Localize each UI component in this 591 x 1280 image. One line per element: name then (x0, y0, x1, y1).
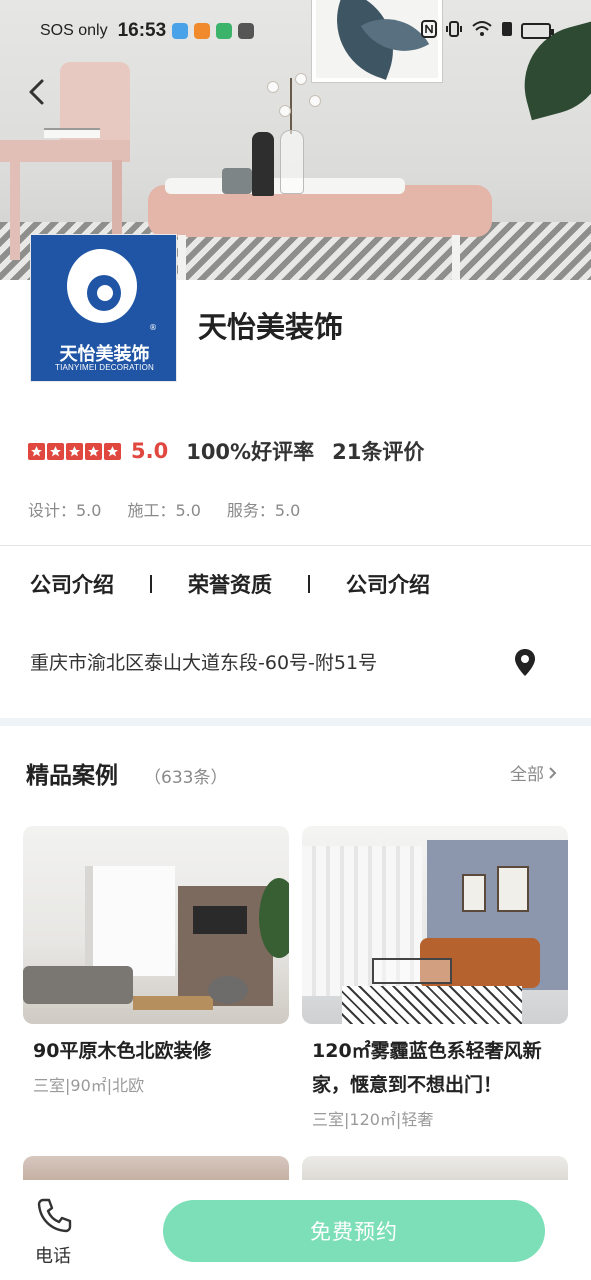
star-icon (47, 442, 64, 460)
chair-decor (0, 140, 130, 162)
case-meta: 三室|90㎡|北欧 (33, 1076, 145, 1095)
case-meta: 三室|120㎡|轻奢 (312, 1110, 434, 1129)
tab-separator (150, 575, 152, 593)
see-all-label: 全部 (510, 765, 544, 785)
star-icon (66, 442, 83, 460)
app-notification-icon (216, 23, 233, 39)
bench-decor (452, 235, 460, 280)
case-title: 120㎡雾霾蓝色系轻奢风新家，惬意到不想出门！ (312, 1040, 542, 1096)
company-logo: ® 天怡美装饰 TIANYIMEI DECORATION (30, 234, 177, 382)
table-decor (133, 996, 213, 1010)
table-decor (372, 958, 452, 984)
construction-score: 施工：5.0 (127, 501, 201, 520)
service-score: 服务：5.0 (226, 501, 301, 520)
battery-icon (521, 23, 554, 39)
wifi-icon (471, 20, 493, 42)
case-title: 90平原木色北欧装修 (33, 1040, 212, 1062)
case-card[interactable]: 90平原木色北欧装修 三室|90㎡|北欧 (23, 826, 289, 1096)
status-left: SOS only 16:53 (40, 20, 255, 42)
rating-score: 5.0 (131, 439, 169, 463)
jar-decor (222, 168, 252, 194)
case-card[interactable]: 120㎡雾霾蓝色系轻奢风新家，惬意到不想出门！ 三室|120㎡|轻奢 (302, 826, 568, 1130)
company-address: 重庆市渝北区泰山大道东段-60号-附51号 (30, 652, 378, 674)
review-count[interactable]: 21条评价 (332, 436, 424, 466)
tab-honors[interactable]: 荣誉资质 (188, 569, 272, 599)
location-pin-icon[interactable] (513, 648, 537, 678)
vibrate-icon (445, 20, 463, 42)
signal-icon (501, 20, 513, 42)
tv-decor (193, 906, 247, 934)
chair-decor (10, 160, 20, 260)
cases-title: 精品案例 (26, 763, 118, 789)
cotton-decor (296, 74, 306, 84)
vase-decor (280, 130, 304, 194)
good-rate: 100%好评率 (186, 440, 315, 464)
wall-art-decor (497, 866, 529, 912)
shell-logo-mark (97, 285, 113, 301)
pouf-decor (208, 976, 248, 1004)
section-divider-band (0, 718, 591, 726)
tab-separator (308, 575, 310, 593)
phone-icon[interactable] (34, 1196, 74, 1236)
sofa-decor (23, 966, 133, 1004)
sub-scores: 设计：5.0 施工：5.0 服务：5.0 (28, 497, 300, 521)
carrier-text: SOS only (40, 22, 108, 39)
star-icon (85, 442, 102, 460)
star-icon (28, 442, 45, 460)
chevron-right-icon (549, 766, 557, 779)
rating-row: 5.0 100%好评率 21条评价 (28, 434, 424, 468)
phone-label[interactable]: 电话 (35, 1242, 71, 1268)
bench-decor (178, 235, 186, 280)
free-booking-button[interactable]: 免费预约 (163, 1200, 545, 1262)
see-all-link[interactable]: 全部 (510, 760, 558, 785)
logo-text-en: TIANYIMEI DECORATION (55, 363, 154, 372)
books-decor (44, 128, 100, 138)
case-image (23, 826, 289, 1024)
clock: 16:53 (117, 20, 167, 41)
chevron-left-icon (29, 79, 44, 105)
star-rating (28, 442, 121, 460)
cases-count: （633条） (144, 768, 228, 788)
bottle-decor (252, 132, 274, 196)
cotton-decor (310, 96, 320, 106)
company-name: 天怡美装饰 (198, 310, 344, 344)
wall-art-decor (462, 874, 486, 912)
window-decor (85, 866, 175, 976)
app-notification-icon (172, 23, 189, 39)
company-tabs: 公司介绍 荣誉资质 公司介绍 (30, 566, 430, 602)
back-button[interactable] (22, 76, 50, 108)
star-icon (104, 442, 121, 460)
app-notification-icon (238, 23, 255, 39)
cases-header: 精品案例 （633条） (26, 756, 227, 790)
status-right (421, 20, 554, 42)
design-score: 设计：5.0 (28, 501, 102, 520)
nfc-icon (421, 20, 437, 42)
tab-company-intro-2[interactable]: 公司介绍 (346, 569, 430, 599)
cotton-decor (280, 106, 290, 116)
divider (0, 545, 591, 546)
cotton-decor (268, 82, 278, 92)
status-bar: SOS only 16:53 (0, 0, 591, 64)
app-notification-icon (194, 23, 211, 39)
case-image (302, 826, 568, 1024)
registered-mark: ® (149, 323, 157, 332)
cotton-stem-decor (290, 78, 292, 134)
rug-decor (342, 986, 522, 1024)
tab-company-intro[interactable]: 公司介绍 (30, 569, 114, 599)
